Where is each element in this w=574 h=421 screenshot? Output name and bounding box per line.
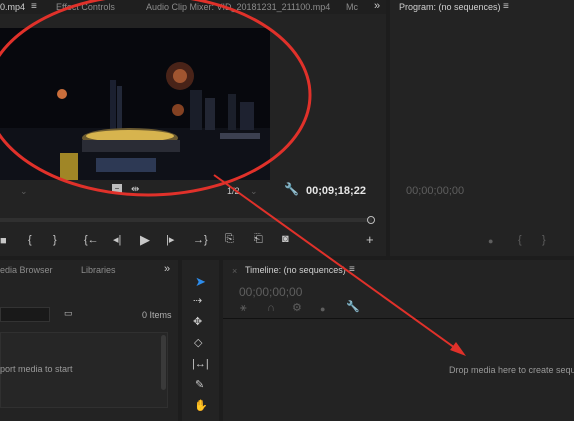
annotation-arrow-line	[213, 174, 463, 354]
annotation-overlay	[0, 0, 466, 356]
annotation-arrow-head	[450, 342, 466, 356]
annotation-ellipse	[0, 0, 312, 197]
